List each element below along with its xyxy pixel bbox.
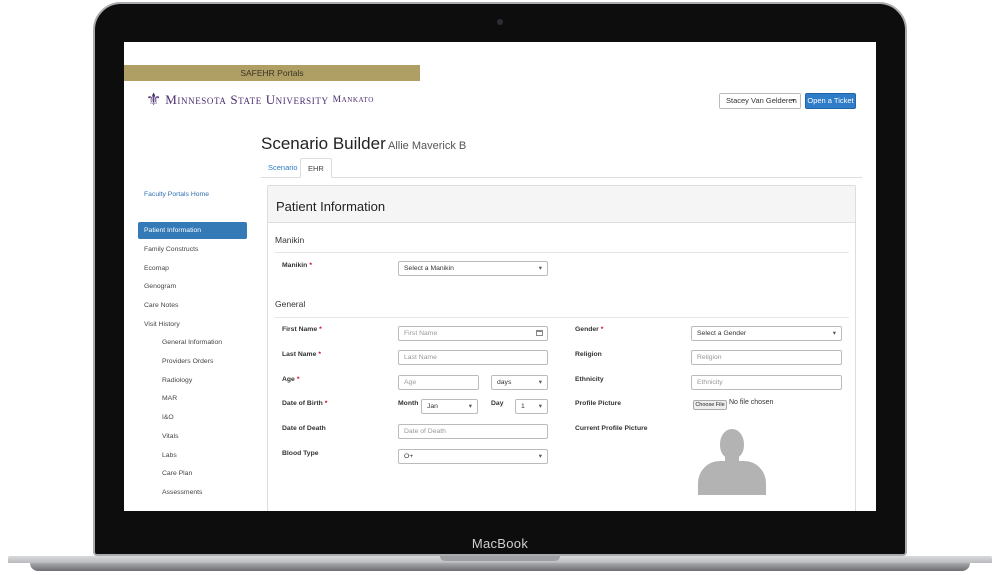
sidebar-subitem-providers-orders[interactable]: Providers Orders [162, 358, 213, 365]
sidebar-subitem-io[interactable]: I&O [162, 414, 174, 421]
section-divider [275, 252, 849, 253]
first-name-input[interactable]: First Name [398, 326, 548, 341]
gender-select[interactable]: Select a Gender [691, 326, 842, 341]
religion-label: Religion [575, 351, 602, 358]
page-title: Scenario Builder [261, 134, 386, 153]
section-divider [275, 317, 849, 318]
day-label: Day [491, 400, 504, 407]
month-label: Month [398, 400, 419, 407]
university-logo[interactable]: ⚜ Minnesota State University Mankato [146, 90, 374, 110]
profile-picture-label: Profile Picture [575, 400, 622, 407]
open-ticket-button[interactable]: Open a Ticket [805, 93, 856, 109]
device-brand-label: MacBook [471, 536, 529, 551]
current-profile-picture-label: Current Profile Picture [575, 425, 648, 432]
sidebar-subitem-vitals[interactable]: Vitals [162, 433, 179, 440]
sidebar-item-family-constructs[interactable]: Family Constructs [144, 246, 198, 253]
age-label: Age * [282, 376, 300, 383]
sidebar-subitem-mar[interactable]: MAR [162, 395, 177, 402]
user-dropdown[interactable]: Stacey Van Gelderen ▾ [719, 93, 801, 109]
tabs-divider [261, 177, 862, 178]
manikin-label: Manikin * [282, 262, 312, 269]
laptop-base [0, 556, 1000, 575]
dod-label: Date of Death [282, 425, 326, 432]
section-manikin: Manikin [275, 235, 305, 245]
dod-input[interactable]: Date of Death [398, 424, 548, 439]
last-name-input[interactable]: Last Name [398, 350, 548, 365]
page-subtitle: Allie Maverick B [388, 140, 467, 152]
logo-icon: ⚜ [146, 90, 162, 109]
choose-file-button[interactable]: Choose File [693, 400, 727, 410]
tab-scenario[interactable]: Scenario [261, 158, 305, 178]
panel-header: Patient Information [268, 186, 855, 223]
first-name-label: First Name * [282, 326, 322, 333]
tab-ehr[interactable]: EHR [300, 158, 332, 178]
gender-label: Gender * [575, 326, 604, 333]
sidebar-item-genogram[interactable]: Genogram [144, 283, 176, 290]
sidebar-subitem-radiology[interactable]: Radiology [162, 377, 192, 384]
age-input[interactable]: Age [398, 375, 479, 390]
last-name-label: Last Name * [282, 351, 322, 358]
portal-bar[interactable]: SAFEHR Portals [124, 65, 420, 81]
avatar-placeholder-icon [696, 427, 768, 495]
sidebar-item-visit-history[interactable]: Visit History [144, 321, 180, 328]
sidebar-subitem-care-plan[interactable]: Care Plan [162, 470, 192, 477]
ethnicity-input[interactable]: Ethnicity [691, 375, 842, 390]
camera-icon [497, 19, 503, 25]
sidebar-subitem-general-information[interactable]: General Information [162, 339, 222, 346]
contact-card-icon [536, 330, 543, 336]
browser-screen: SAFEHR Portals ⚜ Minnesota State Univers… [124, 42, 876, 511]
sidebar-item-patient-information[interactable]: Patient Information [138, 222, 247, 239]
section-general: General [275, 299, 306, 309]
panel-title: Patient Information [276, 199, 386, 214]
user-name: Stacey Van Gelderen [726, 96, 797, 105]
file-status-text: No file chosen [729, 399, 774, 406]
sidebar-item-ecomap[interactable]: Ecomap [144, 265, 169, 272]
blood-type-select[interactable]: O+ [398, 449, 548, 464]
month-select[interactable]: Jan [421, 399, 478, 414]
sidebar-subitem-assessments[interactable]: Assessments [162, 489, 202, 496]
sidebar-subitem-labs[interactable]: Labs [162, 452, 177, 459]
manikin-select[interactable]: Select a Manikin [398, 261, 548, 276]
logo-text-sub: Mankato [332, 95, 374, 105]
age-unit-select[interactable]: days [491, 375, 548, 390]
sidebar-item-care-notes[interactable]: Care Notes [144, 302, 178, 309]
blood-type-label: Blood Type [282, 450, 319, 457]
day-select[interactable]: 1 [515, 399, 548, 414]
dob-label: Date of Birth * [282, 400, 328, 407]
logo-text: Minnesota State University [165, 92, 329, 107]
faculty-portals-home-link[interactable]: Faculty Portals Home [144, 191, 209, 198]
ethnicity-label: Ethnicity [575, 376, 604, 383]
religion-input[interactable]: Religion [691, 350, 842, 365]
caret-down-icon: ▾ [791, 98, 795, 104]
